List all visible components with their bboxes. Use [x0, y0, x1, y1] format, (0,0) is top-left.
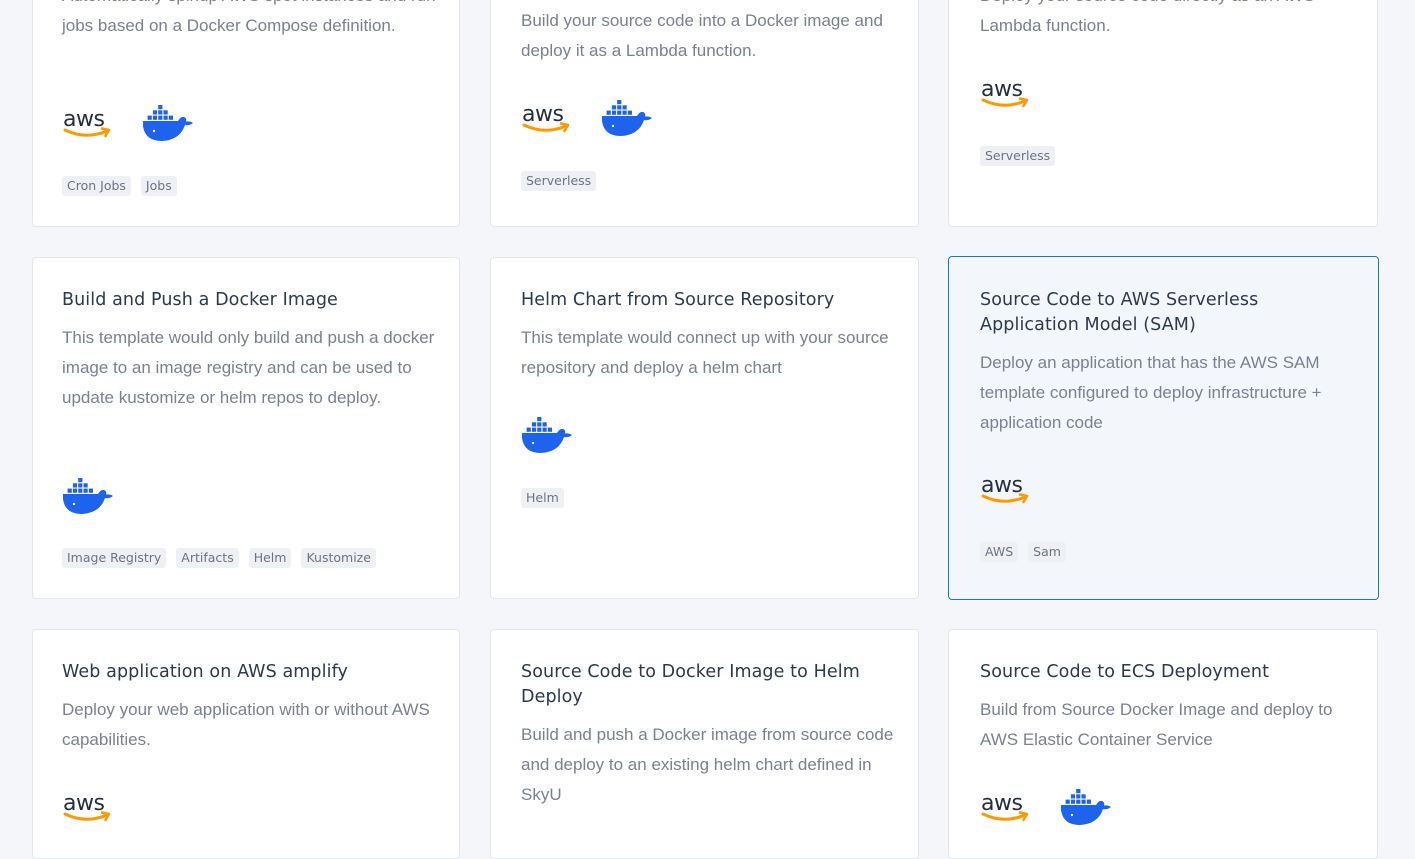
- card-logos: aws: [980, 71, 1032, 115]
- template-card-docker-helm-deploy[interactable]: Source Code to Docker Image to Helm Depl…: [490, 629, 919, 859]
- card-logos: [521, 413, 573, 457]
- tag: Cron Jobs: [62, 176, 131, 196]
- template-card-source-lambda[interactable]: Deploy your source code directly as an A…: [948, 0, 1378, 227]
- card-tags: Cron Jobs Jobs: [62, 176, 177, 196]
- aws-icon: aws: [980, 471, 1032, 507]
- tag: Sam: [1028, 542, 1066, 562]
- card-logos: aws: [62, 785, 114, 829]
- card-title: Source Code to Docker Image to Helm Depl…: [521, 662, 860, 707]
- card-title: Web application on AWS amplify: [62, 662, 348, 682]
- aws-icon: aws: [980, 75, 1032, 111]
- aws-icon: aws: [980, 789, 1032, 825]
- card-logos: [62, 474, 114, 518]
- card-description: Build from Source Docker Image and deplo…: [980, 700, 1333, 749]
- card-title: Source Code to ECS Deployment: [980, 662, 1270, 682]
- svg-text:aws: aws: [522, 102, 563, 127]
- tag: AWS: [980, 542, 1019, 562]
- card-logos: aws: [980, 467, 1032, 511]
- card-tags: Image Registry Artifacts Helm Kustomize: [62, 548, 376, 568]
- card-logos: aws: [980, 785, 1112, 829]
- tag: Image Registry: [62, 548, 167, 568]
- card-description: This template would only build and push …: [62, 328, 435, 407]
- docker-icon: [521, 416, 573, 454]
- aws-icon: aws: [62, 105, 114, 141]
- docker-icon: [142, 104, 194, 142]
- aws-icon: aws: [62, 789, 114, 825]
- template-card-aws-sam[interactable]: Source Code to AWS Serverless Applicatio…: [948, 256, 1379, 600]
- tag: Helm: [521, 488, 564, 508]
- card-tags: Helm: [521, 488, 564, 508]
- docker-icon: [1060, 788, 1112, 826]
- card-tags: Serverless: [980, 146, 1056, 166]
- template-card-build-push-docker[interactable]: Build and Push a Docker Image This templ…: [32, 257, 460, 599]
- card-description: Deploy your web application with or with…: [62, 700, 430, 749]
- card-description: Deploy your source code directly as an A…: [980, 0, 1315, 35]
- card-description: Build your source code into a Docker ima…: [521, 11, 883, 60]
- card-title: Helm Chart from Source Repository: [521, 290, 835, 310]
- docker-icon: [601, 99, 653, 137]
- tag: Jobs: [140, 176, 177, 196]
- card-tags: AWS Sam: [980, 542, 1066, 562]
- card-tags: Serverless: [521, 171, 597, 191]
- tag: Serverless: [980, 146, 1056, 166]
- svg-text:aws: aws: [981, 77, 1022, 102]
- svg-text:aws: aws: [981, 473, 1022, 498]
- card-title: Build and Push a Docker Image: [62, 290, 338, 310]
- tag: Serverless: [521, 171, 597, 191]
- template-card-helm-chart[interactable]: Helm Chart from Source Repository This t…: [490, 257, 919, 599]
- template-card-docker-compose-jobs[interactable]: Automatically spinup AWS spot instances …: [32, 0, 460, 227]
- card-description: Build and push a Docker image from sourc…: [521, 725, 894, 804]
- svg-text:aws: aws: [63, 107, 104, 132]
- card-logos: aws: [62, 101, 194, 145]
- template-card-ecs-deployment[interactable]: Source Code to ECS Deployment Build from…: [948, 629, 1378, 859]
- svg-text:aws: aws: [981, 791, 1022, 816]
- card-description: Automatically spinup AWS spot instances …: [62, 0, 436, 35]
- card-description: This template would connect up with your…: [521, 328, 889, 377]
- template-card-docker-lambda[interactable]: Build your source code into a Docker ima…: [490, 0, 919, 227]
- svg-text:aws: aws: [63, 791, 104, 816]
- card-logos: aws: [521, 96, 653, 140]
- tag: Artifacts: [176, 548, 239, 568]
- docker-icon: [62, 477, 114, 515]
- card-title: Source Code to AWS Serverless Applicatio…: [980, 290, 1259, 335]
- template-card-aws-amplify[interactable]: Web application on AWS amplify Deploy yo…: [32, 629, 460, 859]
- aws-icon: aws: [521, 100, 573, 136]
- card-description: Deploy an application that has the AWS S…: [980, 353, 1322, 432]
- tag: Helm: [248, 548, 292, 568]
- tag: Kustomize: [301, 548, 376, 568]
